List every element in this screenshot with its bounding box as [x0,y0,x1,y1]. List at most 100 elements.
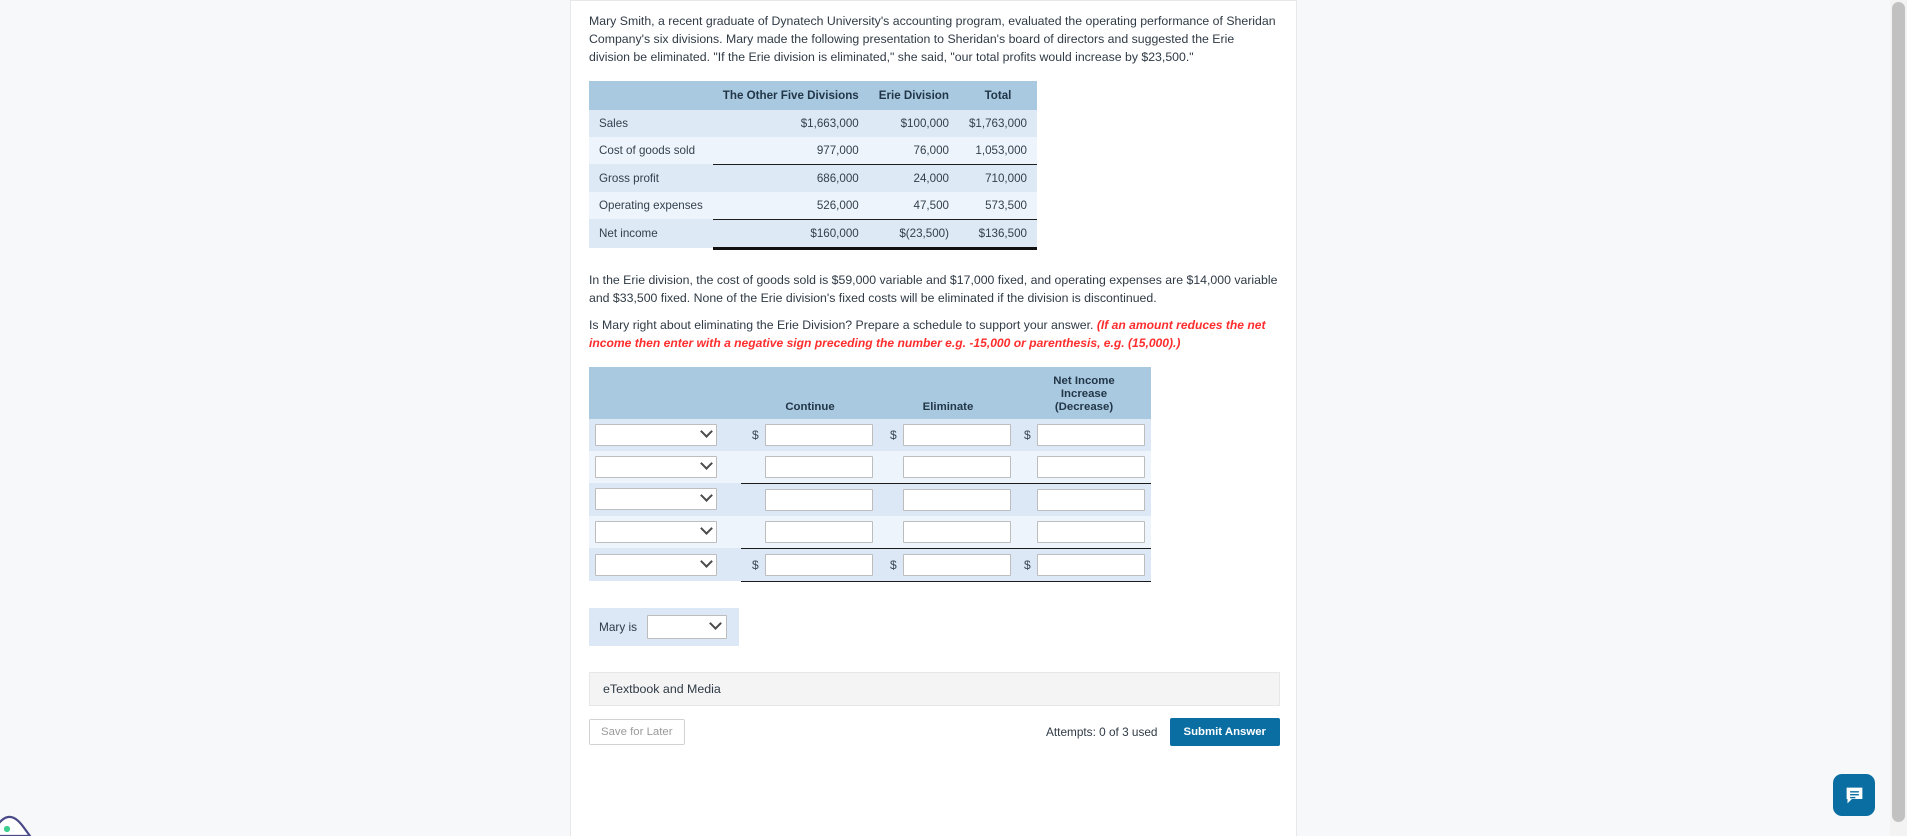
page-scrollbar-thumb[interactable] [1892,2,1905,822]
row-erie-value: 76,000 [868,136,959,165]
eliminate-money-group: $ [885,520,1011,543]
continue-money-group: $ [747,423,873,446]
table-row: Net income $160,000 $(23,500) $136,500 [589,219,1037,250]
row-total-value: $1,763,000 [958,109,1037,137]
net-income-line-2: Increase [1060,388,1108,401]
answer-net-income-cell: $ [1017,450,1151,484]
page-scrollbar-track[interactable] [1890,0,1907,836]
net-income-input[interactable] [1037,553,1145,576]
row-other-value: $1,663,000 [712,109,869,137]
presentation-data-table: The Other Five Divisions Erie Division T… [589,80,1037,250]
eliminate-input[interactable] [903,553,1011,576]
table-row: Operating expenses 526,000 47,500 573,50… [589,191,1037,220]
account-select-wrap [595,520,717,543]
presentation-header-total: Total [958,80,1037,110]
continue-input[interactable] [765,553,873,576]
account-select-wrap [595,423,717,446]
net-income-money-group: $ [1023,553,1145,576]
save-for-later-button[interactable]: Save for Later [589,718,685,745]
account-select[interactable] [595,455,717,478]
continue-input[interactable] [765,520,873,543]
answer-continue-cell: $ [741,548,879,582]
net-income-money-group: $ [1023,455,1145,478]
presentation-header-erie: Erie Division [868,80,959,110]
net-income-input[interactable] [1037,488,1145,511]
table-row: Gross profit 686,000 24,000 710,000 [589,164,1037,192]
conclusion-label: Mary is [599,619,638,634]
row-erie-value: $100,000 [868,109,959,137]
net-income-input[interactable] [1037,455,1145,478]
answer-net-income-cell: $ [1017,418,1151,451]
eliminate-input[interactable] [903,520,1011,543]
answer-row-label-cell [589,418,741,451]
answer-eliminate-cell: $ [879,515,1017,549]
answer-row: $ $ $ [589,450,1151,484]
account-select[interactable] [595,520,717,543]
answer-row-label-cell [589,483,741,516]
dollar-sign-icon: $ [1024,557,1031,572]
net-income-money-group: $ [1023,488,1145,511]
presentation-header-other-divisions: The Other Five Divisions [712,80,869,110]
table-row: Cost of goods sold 977,000 76,000 1,053,… [589,136,1037,165]
row-label: Sales [589,109,713,137]
answer-eliminate-cell: $ [879,450,1017,484]
dollar-sign-icon: $ [890,557,897,572]
continue-input[interactable] [765,423,873,446]
net-income-input[interactable] [1037,423,1145,446]
net-income-line-3: (Decrease) [1054,400,1114,413]
answer-schedule-table: Continue Eliminate Net Income Increase (… [589,366,1151,582]
dollar-sign-icon: $ [1024,427,1031,442]
answer-header-continue: Continue [741,366,879,419]
presentation-table-body: Sales $1,663,000 $100,000 $1,763,000 Cos… [589,109,1037,250]
answer-net-income-cell: $ [1017,515,1151,549]
question-content-panel: Mary Smith, a recent graduate of Dynatec… [570,0,1297,836]
answer-table-body: $ $ $ $ $ $ [589,418,1151,582]
account-select[interactable] [595,423,717,446]
content-inner: Mary Smith, a recent graduate of Dynatec… [571,1,1296,746]
presentation-table-head: The Other Five Divisions Erie Division T… [589,80,1037,110]
continue-input[interactable] [765,455,873,478]
answer-row: $ $ $ [589,548,1151,582]
account-select[interactable] [595,488,717,511]
etextbook-and-media-bar[interactable]: eTextbook and Media [589,671,1280,706]
answer-net-income-cell: $ [1017,548,1151,582]
continue-money-group: $ [747,455,873,478]
eliminate-money-group: $ [885,553,1011,576]
row-total-value: 1,053,000 [958,136,1037,165]
footer-right-group: Attempts: 0 of 3 used Submit Answer [1046,717,1280,746]
continue-money-group: $ [747,553,873,576]
answer-continue-cell: $ [741,450,879,484]
row-erie-value: 47,500 [868,191,959,220]
table-row: Sales $1,663,000 $100,000 $1,763,000 [589,109,1037,137]
conclusion-select-wrap [647,614,728,639]
dollar-sign-icon: $ [752,427,759,442]
intro-paragraph: Mary Smith, a recent graduate of Dynatec… [589,14,1276,64]
account-select[interactable] [595,553,717,576]
net-income-input[interactable] [1037,520,1145,543]
answer-net-income-cell: $ [1017,483,1151,516]
question-prompt-text: Is Mary right about eliminating the Erie… [589,317,1094,332]
answer-header-row: Continue Eliminate Net Income Increase (… [589,366,1151,419]
row-label: Net income [589,219,713,249]
presentation-header-row: The Other Five Divisions Erie Division T… [589,80,1037,110]
continue-input[interactable] [765,488,873,511]
eliminate-input[interactable] [903,423,1011,446]
net-income-money-group: $ [1023,423,1145,446]
row-erie-value: $(23,500) [868,219,959,250]
answer-eliminate-cell: $ [879,483,1017,516]
conclusion-row: Mary is [589,607,740,646]
question-prompt-paragraph: Is Mary right about eliminating the Erie… [589,317,1278,353]
chat-icon [1846,787,1862,803]
row-total-value: 573,500 [958,191,1037,220]
row-erie-value: 24,000 [868,164,959,192]
answer-eliminate-cell: $ [879,548,1017,582]
account-select-wrap [595,488,717,511]
chat-support-button[interactable] [1833,774,1875,816]
answer-continue-cell: $ [741,418,879,451]
conclusion-select[interactable] [647,614,728,639]
eliminate-input[interactable] [903,455,1011,478]
eliminate-input[interactable] [903,488,1011,511]
submit-answer-button[interactable]: Submit Answer [1169,717,1280,746]
row-other-value: $160,000 [712,219,869,250]
answer-continue-cell: $ [741,515,879,549]
